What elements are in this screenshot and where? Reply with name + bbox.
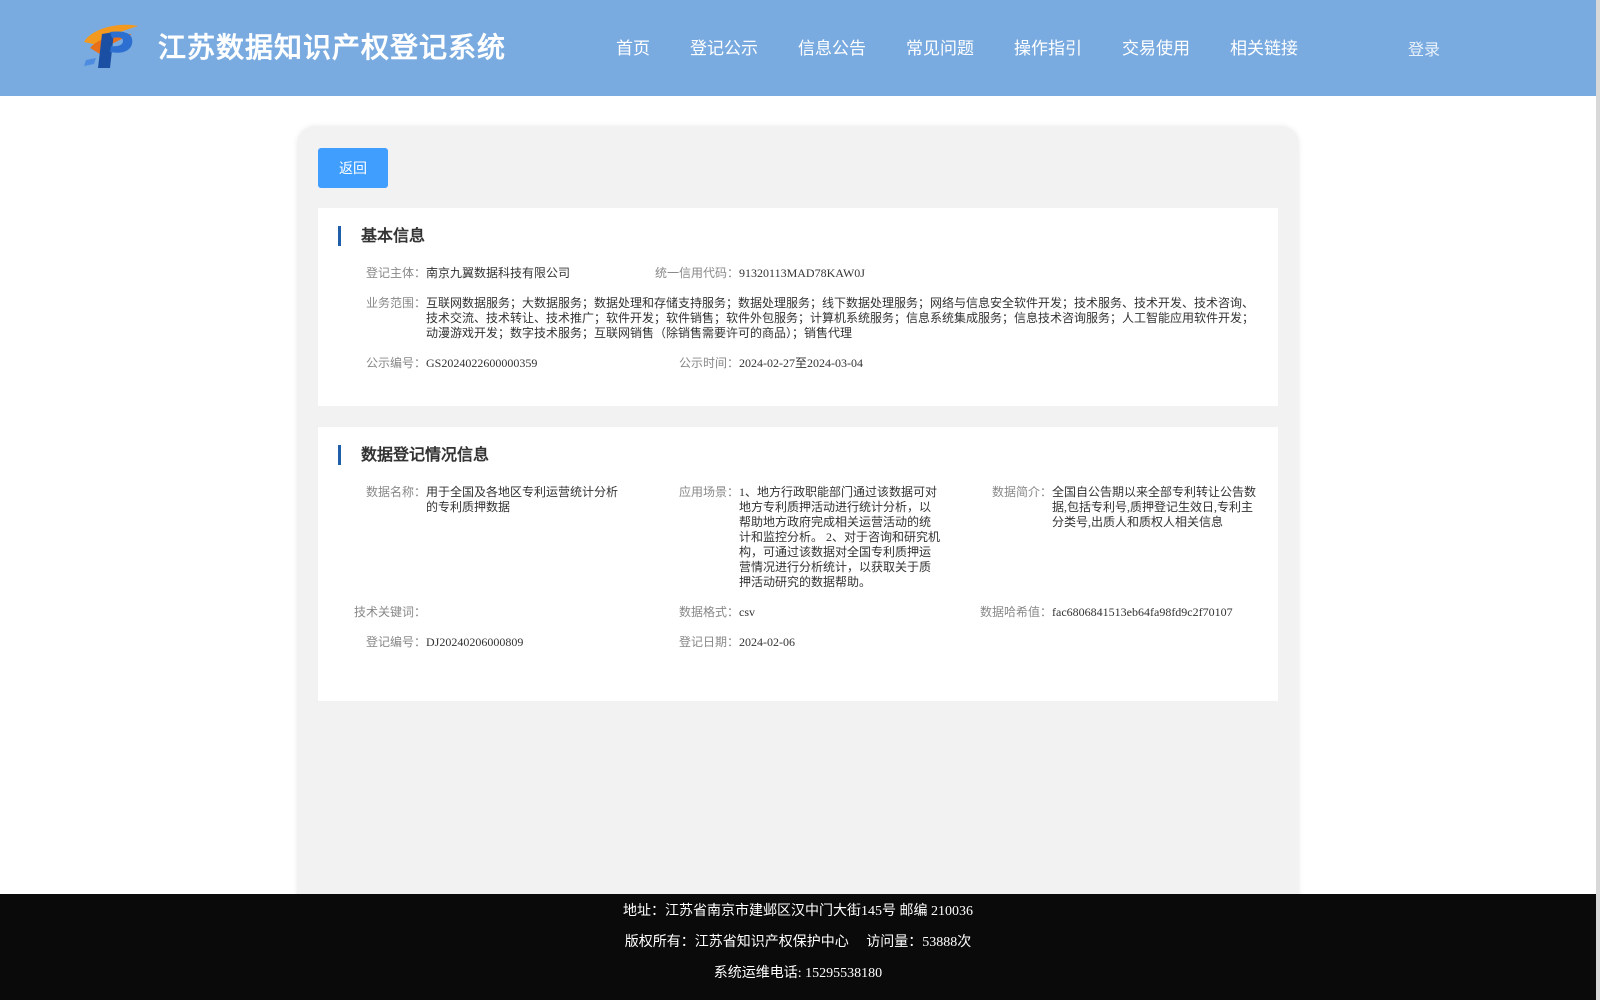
data-name-field: 数据名称： 用于全国及各地区专利运营统计分析的专利质押数据	[366, 485, 622, 515]
basic-info-title: 基本信息	[338, 226, 425, 246]
credit-code-field: 统一信用代码： 91320113MAD78KAW0J	[655, 266, 865, 281]
credit-code-value: 91320113MAD78KAW0J	[739, 266, 865, 280]
back-button[interactable]: 返回	[318, 148, 388, 188]
nav-registration-publicity[interactable]: 登记公示	[690, 34, 758, 59]
logo-icon[interactable]	[80, 20, 140, 70]
registration-date-field: 登记日期： 2024-02-06	[679, 635, 795, 650]
registration-number-field: 登记编号： DJ20240206000809	[366, 635, 523, 650]
footer-address: 地址：江苏省南京市建邺区汉中门大街145号 邮编 210036	[623, 904, 973, 919]
data-name-value: 用于全国及各地区专利运营统计分析的专利质押数据	[426, 485, 619, 514]
application-scene-value: 1、地方行政职能部门通过该数据可对地方专利质押活动进行统计分析，以帮助地方政府完…	[739, 485, 941, 589]
scrollbar[interactable]	[1596, 0, 1600, 1000]
nav-links[interactable]: 相关链接	[1230, 34, 1298, 59]
data-name-label: 数据名称：	[366, 485, 427, 499]
data-registration-title: 数据登记情况信息	[338, 445, 489, 465]
entity-field: 登记主体： 南京九翼数据科技有限公司	[366, 266, 570, 281]
business-scope-label: 业务范围：	[366, 296, 427, 310]
site-footer: 地址：江苏省南京市建邺区汉中门大街145号 邮编 210036 版权所有：江苏省…	[0, 894, 1596, 1000]
publicity-number-value: GS2024022600000359	[426, 356, 538, 370]
keywords-field: 技术关键词：	[354, 605, 426, 620]
entity-value: 南京九翼数据科技有限公司	[426, 266, 571, 280]
data-hash-field: 数据哈希值： fac6806841513eb64fa98fd9c2f70107	[980, 605, 1233, 620]
publicity-time-value: 2024-02-27至2024-03-04	[739, 356, 864, 370]
main-nav: 首页 登记公示 信息公告 常见问题 操作指引 交易使用 相关链接	[616, 34, 1338, 59]
data-format-field: 数据格式： csv	[679, 605, 755, 620]
application-scene-label: 应用场景：	[679, 485, 740, 499]
footer-phone: 系统运维电话: 15295538180	[713, 966, 883, 981]
nav-guide[interactable]: 操作指引	[1014, 34, 1082, 59]
site-header: 江苏数据知识产权登记系统 首页 登记公示 信息公告 常见问题 操作指引 交易使用…	[0, 0, 1596, 96]
business-scope-field: 业务范围： 互联网数据服务；大数据服务；数据处理和存储支持服务；数据处理服务；线…	[366, 296, 1266, 341]
nav-faq[interactable]: 常见问题	[906, 34, 974, 59]
data-format-label: 数据格式：	[679, 605, 740, 619]
business-scope-value: 互联网数据服务；大数据服务；数据处理和存储支持服务；数据处理服务；线下数据处理服…	[426, 296, 1255, 340]
application-scene-field: 应用场景： 1、地方行政职能部门通过该数据可对地方专利质押活动进行统计分析，以帮…	[679, 485, 941, 590]
data-format-value: csv	[739, 605, 756, 619]
entity-label: 登记主体：	[366, 266, 427, 280]
registration-date-label: 登记日期：	[679, 635, 740, 649]
detail-container: 返回 基本信息 登记主体： 南京九翼数据科技有限公司 统一信用代码： 91320…	[297, 126, 1299, 906]
data-hash-label: 数据哈希值：	[980, 605, 1053, 619]
keywords-label: 技术关键词：	[354, 605, 427, 619]
data-intro-field: 数据简介： 全国自公告期以来全部专利转让公告数据,包括专利号,质押登记生效日,专…	[992, 485, 1258, 530]
footer-copyright: 版权所有：江苏省知识产权保护中心 访问量：53888次	[624, 935, 972, 950]
data-intro-value: 全国自公告期以来全部专利转让公告数据,包括专利号,质押登记生效日,专利主分类号,…	[1052, 485, 1257, 529]
registration-number-value: DJ20240206000809	[426, 635, 524, 649]
login-link[interactable]: 登录	[1408, 36, 1440, 60]
nav-home[interactable]: 首页	[616, 34, 650, 59]
nav-trading[interactable]: 交易使用	[1122, 34, 1190, 59]
site-title: 江苏数据知识产权登记系统	[158, 31, 507, 64]
data-hash-value: fac6806841513eb64fa98fd9c2f70107	[1052, 605, 1233, 619]
registration-date-value: 2024-02-06	[739, 635, 796, 649]
publicity-time-field: 公示时间： 2024-02-27至2024-03-04	[679, 356, 863, 371]
basic-info-panel: 基本信息 登记主体： 南京九翼数据科技有限公司 统一信用代码： 91320113…	[318, 208, 1278, 406]
publicity-number-field: 公示编号： GS2024022600000359	[366, 356, 537, 371]
nav-announcements[interactable]: 信息公告	[798, 34, 866, 59]
publicity-number-label: 公示编号：	[366, 356, 427, 370]
data-intro-label: 数据简介：	[992, 485, 1053, 499]
registration-number-label: 登记编号：	[366, 635, 427, 649]
publicity-time-label: 公示时间：	[679, 356, 740, 370]
data-registration-panel: 数据登记情况信息 数据名称： 用于全国及各地区专利运营统计分析的专利质押数据 应…	[318, 427, 1278, 701]
credit-code-label: 统一信用代码：	[655, 266, 740, 280]
